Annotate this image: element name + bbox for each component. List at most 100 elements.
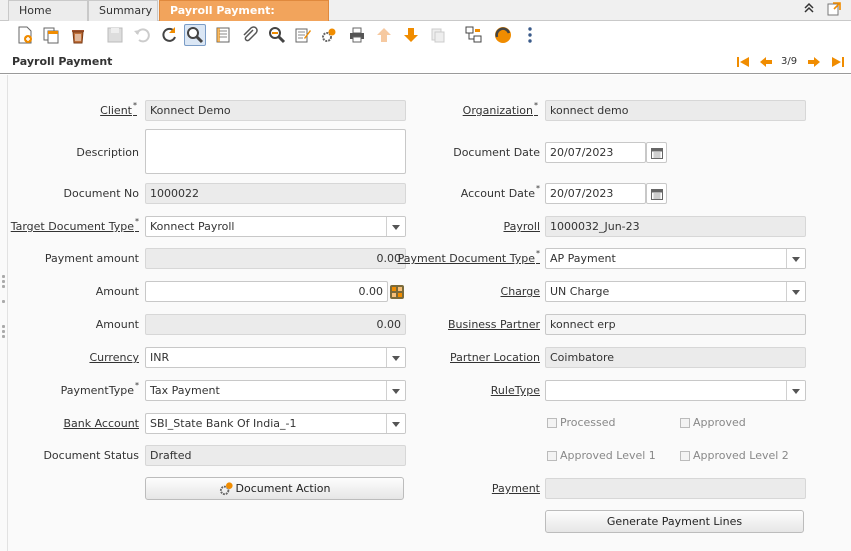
collapse-icon[interactable] [804, 2, 814, 18]
generate-payment-lines-button[interactable]: Generate Payment Lines [545, 510, 804, 533]
zoom-across-icon[interactable] [266, 24, 288, 46]
more-menu-icon[interactable] [519, 24, 541, 46]
record-indicator: 3/9 [781, 56, 798, 67]
approved-label: Approved [693, 416, 746, 429]
grid-toggle-icon[interactable] [212, 24, 234, 46]
currency-label[interactable]: Currency [89, 351, 139, 364]
toolbar [0, 22, 851, 49]
bank-account-label[interactable]: Bank Account [63, 417, 139, 430]
document-status-field: Drafted [145, 445, 406, 466]
charge-label[interactable]: Charge [501, 285, 540, 298]
chevron-down-icon[interactable] [786, 381, 805, 400]
new-record-icon[interactable] [14, 24, 36, 46]
report-icon[interactable] [292, 24, 314, 46]
organization-label[interactable]: Organization* [463, 101, 538, 117]
process-icon[interactable] [318, 24, 340, 46]
bank-account-select[interactable]: SBI_State Bank Of India_-1 [145, 413, 406, 434]
last-record-icon[interactable] [831, 55, 845, 72]
rule-type-label[interactable]: RuleType [491, 384, 540, 397]
payment-amount-label: Payment amount [44, 252, 139, 265]
tab-payroll-payment[interactable]: Payroll Payment: 1000022× [159, 0, 329, 37]
calendar-icon[interactable] [646, 142, 667, 163]
chevron-down-icon[interactable] [786, 282, 805, 301]
detail-record-icon[interactable] [400, 24, 422, 46]
account-date-label: Account Date* [460, 184, 540, 200]
approved-level2-checkbox[interactable]: Approved Level 2 [680, 449, 789, 462]
payroll-field: 1000032_Jun-23 [545, 216, 806, 237]
processed-label: Processed [560, 416, 616, 429]
document-action-label: Document Action [235, 482, 331, 495]
approved-level2-label: Approved Level 2 [693, 449, 789, 462]
payment-amount-field: 0.00 [145, 248, 406, 269]
document-date-label: Document Date [453, 146, 540, 159]
generate-payment-lines-label: Generate Payment Lines [606, 515, 743, 528]
tab-summary-label: Summary [99, 4, 153, 17]
amount-label: Amount [95, 285, 139, 298]
description-textarea[interactable] [145, 129, 406, 174]
document-no-field: 1000022 [145, 183, 406, 204]
copy-record-icon[interactable] [40, 24, 62, 46]
attachment-icon[interactable] [239, 24, 261, 46]
tab-summary[interactable]: Summary [88, 0, 158, 21]
amount-input[interactable]: 0.00 [145, 281, 388, 302]
payment-type-label: PaymentType* [60, 381, 139, 397]
client-label[interactable]: Client* [100, 101, 137, 117]
side-splitter[interactable] [0, 75, 8, 551]
payment-document-type-label[interactable]: Payment Document Type* [398, 249, 540, 265]
currency-select[interactable]: INR [145, 347, 406, 368]
approved-level1-checkbox[interactable]: Approved Level 1 [547, 449, 656, 462]
calendar-icon[interactable] [646, 183, 667, 204]
chevron-down-icon[interactable] [386, 381, 405, 400]
payment-field [545, 478, 806, 499]
account-date-input[interactable]: 20/07/2023 [545, 183, 646, 204]
payment-label[interactable]: Payment [492, 482, 540, 495]
approved-checkbox[interactable]: Approved [680, 416, 746, 429]
description-label: Description [76, 146, 139, 159]
next-record-icon[interactable] [807, 55, 821, 72]
tab-bar: Home (52) Summary Payroll Payment: 10000… [0, 0, 851, 37]
archive-icon[interactable] [427, 24, 449, 46]
print-icon[interactable] [346, 24, 368, 46]
refresh-icon[interactable] [158, 24, 180, 46]
document-status-label: Document Status [43, 449, 139, 462]
parent-record-icon[interactable] [373, 24, 395, 46]
partner-location-label[interactable]: Partner Location [450, 351, 540, 364]
save-icon[interactable] [104, 24, 126, 46]
target-document-type-select[interactable]: Konnect Payroll [145, 216, 406, 237]
payment-document-type-select[interactable]: AP Payment [545, 248, 806, 269]
business-partner-label[interactable]: Business Partner [448, 318, 540, 331]
payment-type-select[interactable]: Tax Payment [145, 380, 406, 401]
document-date-input[interactable]: 20/07/2023 [545, 142, 646, 163]
chevron-down-icon[interactable] [386, 414, 405, 433]
target-document-type-label[interactable]: Target Document Type* [11, 217, 139, 233]
window-titlebar: Payroll Payment 3/9 [0, 50, 851, 74]
processed-checkbox[interactable]: Processed [547, 416, 615, 429]
amount-secondary-field: 0.00 [145, 314, 406, 335]
approved-level1-label: Approved Level 1 [560, 449, 656, 462]
rule-type-select[interactable] [545, 380, 806, 401]
amount-secondary-label: Amount [95, 318, 139, 331]
first-record-icon[interactable] [736, 55, 750, 72]
chevron-down-icon[interactable] [786, 249, 805, 268]
document-action-button[interactable]: Document Action [145, 477, 404, 500]
gear-icon [219, 482, 233, 496]
client-field: Konnect Demo [145, 100, 406, 121]
charge-select[interactable]: UN Charge [545, 281, 806, 302]
payroll-label[interactable]: Payroll [503, 220, 540, 233]
delete-icon[interactable] [67, 24, 89, 46]
product-info-icon[interactable] [492, 24, 514, 46]
tab-home[interactable]: Home (52) [8, 0, 88, 37]
organization-field: konnect demo [545, 100, 806, 121]
calculator-icon[interactable] [389, 284, 405, 300]
undo-icon[interactable] [131, 24, 153, 46]
previous-record-icon[interactable] [759, 55, 773, 72]
find-icon[interactable] [184, 24, 206, 46]
chevron-down-icon[interactable] [386, 348, 405, 367]
page-title: Payroll Payment [12, 55, 113, 68]
workflow-icon[interactable] [463, 24, 485, 46]
new-window-icon[interactable] [826, 1, 842, 21]
partner-location-field: Coimbatore [545, 347, 806, 368]
business-partner-field[interactable]: konnect erp [545, 314, 806, 335]
document-no-label: Document No [63, 187, 139, 200]
chevron-down-icon[interactable] [386, 217, 405, 236]
